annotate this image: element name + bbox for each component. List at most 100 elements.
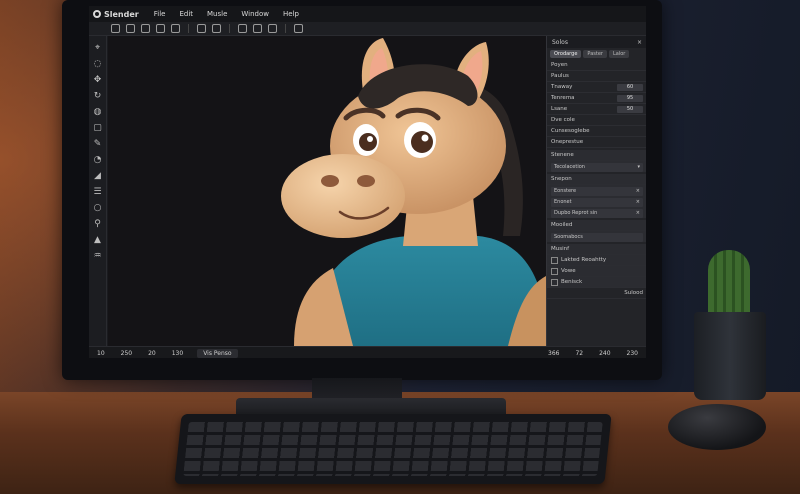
list-field[interactable]: Eonstere × (551, 187, 643, 196)
cactus (708, 250, 750, 320)
rotate-tool-icon[interactable] (141, 24, 150, 33)
toolbar-divider (285, 24, 286, 33)
property-label: Lsane (551, 106, 568, 112)
globe-icon[interactable]: ◍ (93, 108, 102, 117)
list-field[interactable]: Dupbo Reprot sin × (551, 209, 643, 218)
rotate-icon[interactable]: ↻ (93, 92, 102, 101)
checkbox[interactable] (551, 256, 558, 264)
box-icon[interactable]: ▢ (93, 124, 102, 133)
property-row[interactable]: Lsane 50 (547, 104, 646, 115)
property-value-field[interactable]: 60 (617, 83, 643, 91)
status-bar: 10 250 20 130 Vis Penso 366 72 240 230 (89, 346, 646, 358)
panel-footer: Sulood (547, 288, 646, 299)
checkbox-row[interactable]: Vowe (547, 266, 646, 277)
app-logo[interactable]: Slender (89, 10, 147, 19)
menu-help[interactable]: Help (276, 10, 306, 18)
section-header[interactable]: Musinf (547, 244, 646, 255)
plant-pot (694, 312, 766, 400)
tab-orodarge[interactable]: Orodarge (550, 50, 582, 58)
panel-footer-label: Sulood (624, 290, 643, 296)
checkbox-label: Lakted Reoahtty (561, 257, 607, 263)
property-row[interactable]: Paulus (547, 71, 646, 82)
section-title: Musinf (551, 246, 570, 252)
app-name: Slender (104, 9, 139, 19)
property-row[interactable]: Tnaway 60 (547, 82, 646, 93)
menu-window[interactable]: Window (234, 10, 276, 18)
list-field[interactable]: Enonet × (551, 198, 643, 207)
close-icon[interactable]: × (636, 209, 640, 218)
keyboard-keys (183, 422, 603, 476)
section-musinf: Musinf Lakted Reoahtty Vowe Benisck (547, 244, 646, 288)
close-icon[interactable]: × (636, 198, 640, 207)
panel-close-icon[interactable]: × (637, 39, 642, 46)
annotate-icon[interactable]: ✎ (93, 140, 102, 149)
select-tool-icon[interactable] (111, 24, 120, 33)
shading-material-icon[interactable] (253, 24, 262, 33)
layers-icon[interactable]: ☰ (93, 188, 102, 197)
property-row[interactable]: Tenrema 95 (547, 93, 646, 104)
copy-icon[interactable] (171, 24, 180, 33)
camera-icon[interactable] (294, 24, 303, 33)
property-label: Paulus (551, 73, 569, 79)
hair-icon[interactable]: ♒ (93, 252, 102, 261)
section-header[interactable]: Stenene (547, 150, 646, 161)
mode-selector[interactable]: Vis Penso (197, 348, 238, 358)
status-value: 240 (599, 349, 611, 357)
brush-icon[interactable]: ◢ (93, 172, 102, 181)
property-row[interactable]: Oneprestue (547, 137, 646, 148)
sphere-icon[interactable]: ○ (93, 204, 102, 213)
screen: Slender File Edit Musle Window Help ⌖ ◌ … (89, 6, 646, 358)
section-mooiled: Mooiled Soomabocs (547, 220, 646, 242)
shading-solid-icon[interactable] (238, 24, 247, 33)
3d-viewport[interactable] (108, 36, 546, 346)
tool-sidebar: ⌖ ◌ ✥ ↻ ◍ ▢ ✎ ◔ ◢ ☰ ○ ⚲ ▲ ♒ (89, 36, 107, 358)
menu-file[interactable]: File (147, 10, 173, 18)
cone-icon[interactable]: ▲ (93, 236, 102, 245)
horse-character-render (281, 38, 546, 346)
menu-edit[interactable]: Edit (172, 10, 200, 18)
status-value: 130 (171, 349, 184, 357)
text-field[interactable]: Soomabocs (551, 233, 643, 242)
section-title: Stenene (551, 152, 574, 158)
lasso-icon[interactable]: ◌ (93, 60, 102, 69)
tab-lalor[interactable]: Lalor (608, 50, 630, 58)
dropdown-field[interactable]: Tecolacetion ▾ (551, 163, 643, 172)
tab-paster[interactable]: Paster (583, 50, 607, 58)
toolbar (89, 22, 646, 36)
measure-icon[interactable]: ◔ (93, 156, 102, 165)
search-icon[interactable]: ⚲ (93, 220, 102, 229)
property-label: Cunsesoglebe (551, 128, 590, 134)
checkbox[interactable] (551, 267, 558, 275)
checkbox[interactable] (551, 278, 558, 286)
field-value: Soomabocs (554, 234, 583, 240)
transform-icon[interactable]: ✥ (93, 76, 102, 85)
status-value: 230 (626, 349, 638, 357)
close-icon[interactable]: × (636, 187, 640, 196)
cursor-icon[interactable]: ⌖ (93, 44, 102, 53)
property-value-field[interactable]: 50 (617, 105, 643, 113)
checkbox-row[interactable]: Lakted Reoahtty (547, 255, 646, 266)
field-value: Enonet (554, 199, 572, 205)
move-tool-icon[interactable] (126, 24, 135, 33)
section-header[interactable]: Mooiled (547, 220, 646, 231)
checkbox-label: Benisck (561, 279, 583, 285)
status-value: 72 (575, 349, 584, 357)
property-row[interactable]: Dve cole (547, 115, 646, 126)
shading-render-icon[interactable] (268, 24, 277, 33)
checkbox-row[interactable]: Benisck (547, 277, 646, 288)
keyboard (174, 414, 612, 484)
chevron-down-icon: ▾ (637, 164, 640, 170)
toolbar-divider (229, 24, 230, 33)
scale-tool-icon[interactable] (156, 24, 165, 33)
property-label: Poyen (551, 62, 568, 68)
property-row[interactable]: Cunsesoglebe (547, 126, 646, 137)
property-label: Oneprestue (551, 139, 584, 145)
status-value: 366 (548, 349, 560, 357)
snap-icon[interactable] (197, 24, 206, 33)
panel-tabs: Orodarge Paster Lalor (547, 48, 646, 60)
property-row[interactable]: Poyen (547, 60, 646, 71)
proportional-icon[interactable] (212, 24, 221, 33)
property-value-field[interactable]: 95 (617, 94, 643, 102)
menu-musle[interactable]: Musle (200, 10, 234, 18)
section-header[interactable]: Snepon (547, 174, 646, 185)
